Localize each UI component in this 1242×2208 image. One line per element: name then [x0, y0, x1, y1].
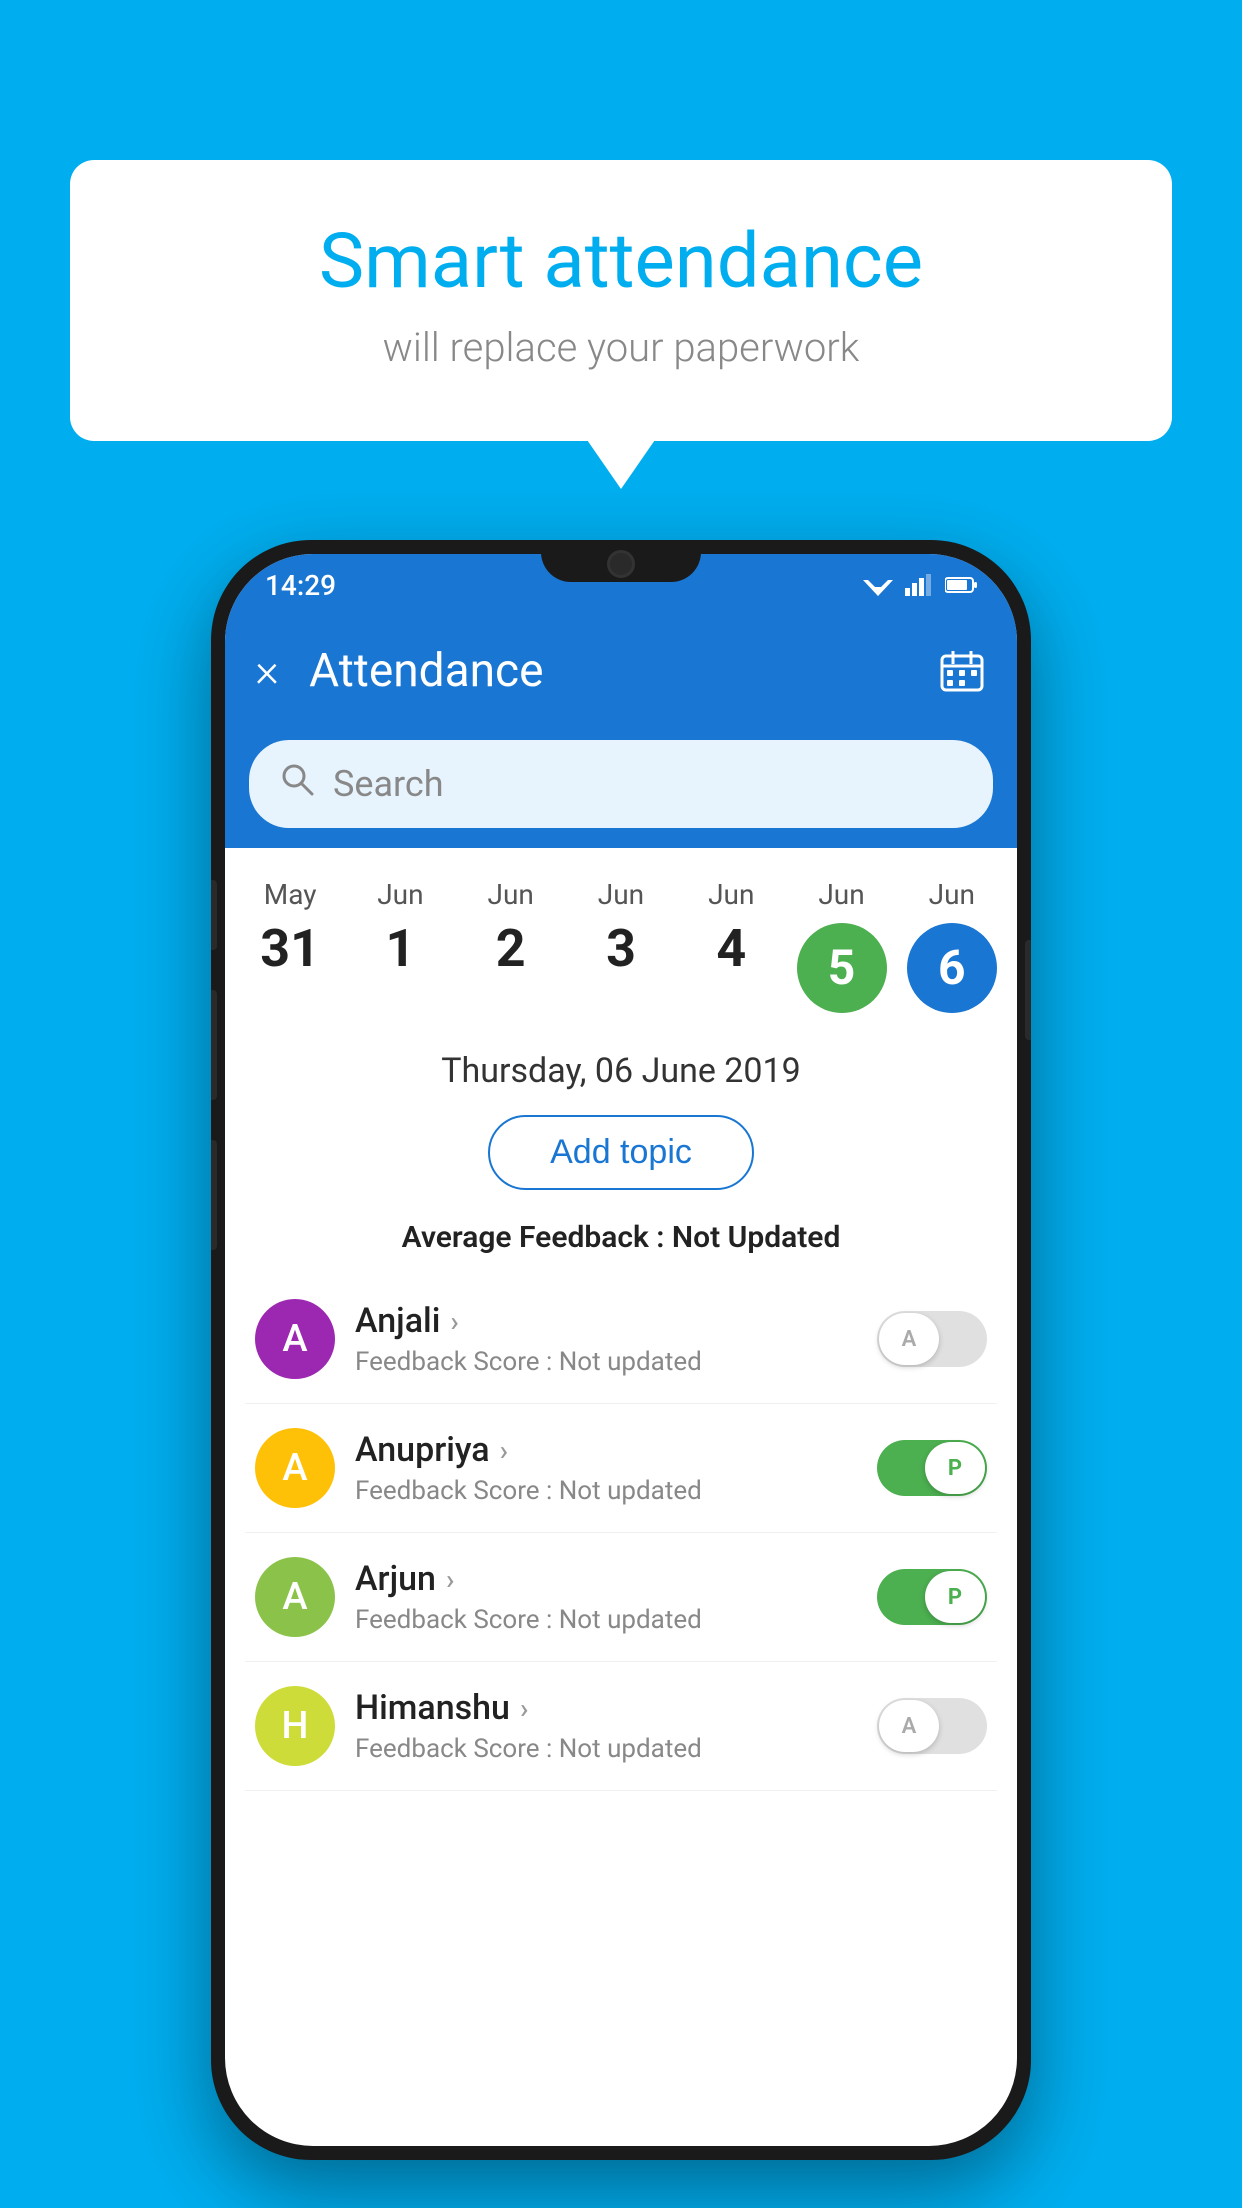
chevron-icon: › [450, 1305, 458, 1338]
date-col[interactable]: Jun 6 [902, 878, 1002, 1013]
student-name: Arjun › [355, 1559, 857, 1599]
status-icons [863, 574, 977, 596]
student-name: Himanshu › [355, 1688, 857, 1728]
feedback-score: Feedback Score : Not updated [355, 1476, 857, 1506]
status-time: 14:29 [265, 569, 336, 602]
phone-screen: 14:29 [225, 554, 1017, 2146]
date-month: Jun [488, 878, 534, 911]
speech-bubble-subtitle: will replace your paperwork [150, 324, 1092, 371]
toggle-active[interactable]: P [877, 1440, 987, 1496]
toggle-knob: A [879, 1700, 939, 1752]
chevron-icon: › [446, 1563, 454, 1596]
toggle-knob: A [879, 1313, 939, 1365]
date-month: Jun [818, 878, 864, 911]
chevron-icon: › [500, 1434, 508, 1467]
app-bar: × Attendance [225, 616, 1017, 726]
student-name: Anupriya › [355, 1430, 857, 1470]
date-col[interactable]: Jun 5 [792, 878, 892, 1013]
date-circle-green: 5 [797, 923, 887, 1013]
student-list: A Anjali › Feedback Score : Not updated A … [225, 1275, 1017, 1791]
toggle-knob: P [925, 1442, 985, 1494]
feedback-score: Feedback Score : Not updated [355, 1605, 857, 1635]
date-number: 2 [496, 923, 526, 975]
date-number: 4 [716, 923, 746, 975]
date-month: May [264, 878, 317, 911]
attendance-toggle[interactable]: A [877, 1311, 987, 1367]
volume-button-right [1025, 940, 1031, 1040]
date-circle-blue: 6 [907, 923, 997, 1013]
student-name: Anjali › [355, 1301, 857, 1341]
student-item[interactable]: A Anjali › Feedback Score : Not updated A [245, 1275, 997, 1404]
selected-date-label: Thursday, 06 June 2019 [225, 1023, 1017, 1101]
wifi-icon [863, 574, 893, 596]
date-col[interactable]: Jun 3 [571, 878, 671, 975]
avatar: A [255, 1299, 335, 1379]
feedback-score: Feedback Score : Not updated [355, 1347, 857, 1377]
avg-feedback-label: Average Feedback : [402, 1220, 665, 1255]
date-month: Jun [377, 878, 423, 911]
speech-bubble-container: Smart attendance will replace your paper… [70, 160, 1172, 441]
attendance-toggle[interactable]: P [877, 1569, 987, 1625]
student-info: Anjali › Feedback Score : Not updated [355, 1301, 857, 1377]
avatar: A [255, 1557, 335, 1637]
toggle-inactive[interactable]: A [877, 1311, 987, 1367]
date-number: 5 [828, 944, 856, 992]
toggle-knob: P [925, 1571, 985, 1623]
volume-down-button [211, 1140, 217, 1250]
search-placeholder: Search [333, 763, 444, 805]
signal-icon [905, 574, 933, 596]
calendar-row: May 31 Jun 1 Jun 2 Jun 3 Jun 4 Jun 5 Jun 6 [225, 848, 1017, 1023]
avatar: A [255, 1428, 335, 1508]
avatar: H [255, 1686, 335, 1766]
date-month: Jun [929, 878, 975, 911]
date-number: 31 [260, 923, 320, 975]
date-col[interactable]: Jun 4 [681, 878, 781, 975]
app-bar-title: Attendance [309, 644, 907, 698]
date-col[interactable]: Jun 2 [461, 878, 561, 975]
date-month: Jun [598, 878, 644, 911]
student-item[interactable]: HHimanshu ›Feedback Score : Not updated … [245, 1662, 997, 1791]
add-topic-container: Add topic [225, 1101, 1017, 1210]
attendance-toggle[interactable]: P [877, 1440, 987, 1496]
feedback-score: Feedback Score : Not updated [355, 1734, 857, 1764]
avg-feedback: Average Feedback : Not Updated [225, 1210, 1017, 1275]
date-col[interactable]: May 31 [240, 878, 340, 975]
student-item[interactable]: A Arjun › Feedback Score : Not updated P [245, 1533, 997, 1662]
date-month: Jun [708, 878, 754, 911]
student-info: Arjun › Feedback Score : Not updated [355, 1559, 857, 1635]
close-button[interactable]: × [255, 644, 279, 698]
speech-bubble-title: Smart attendance [150, 220, 1092, 304]
toggle-active[interactable]: P [877, 1569, 987, 1625]
chevron-icon: › [520, 1692, 528, 1725]
student-info: Himanshu › Feedback Score : Not updated [355, 1688, 857, 1764]
phone-device: 14:29 [211, 540, 1031, 2160]
phone-camera [607, 550, 635, 578]
volume-up-button [211, 990, 217, 1100]
toggle-inactive[interactable]: A [877, 1698, 987, 1754]
power-button [211, 880, 217, 950]
avg-feedback-value: Not Updated [672, 1220, 840, 1255]
date-col[interactable]: Jun 1 [350, 878, 450, 975]
date-number: 6 [938, 944, 966, 992]
battery-icon [945, 576, 977, 594]
search-bar[interactable]: Search [249, 740, 993, 828]
calendar-icon[interactable] [937, 646, 987, 696]
add-topic-button[interactable]: Add topic [488, 1115, 754, 1190]
phone-outer: 14:29 [211, 540, 1031, 2160]
date-number: 1 [386, 923, 416, 975]
search-bar-container: Search [225, 726, 1017, 848]
attendance-toggle[interactable]: A [877, 1698, 987, 1754]
speech-bubble: Smart attendance will replace your paper… [70, 160, 1172, 441]
date-number: 3 [606, 923, 636, 975]
student-item[interactable]: AAnupriya ›Feedback Score : Not updated … [245, 1404, 997, 1533]
student-info: Anupriya › Feedback Score : Not updated [355, 1430, 857, 1506]
search-icon [279, 761, 315, 807]
phone-notch [541, 540, 701, 582]
